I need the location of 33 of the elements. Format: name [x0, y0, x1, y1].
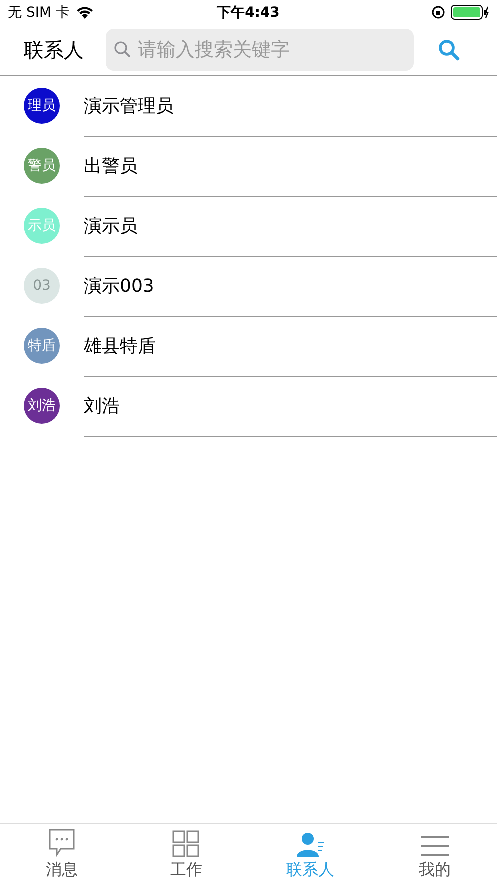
contact-row[interactable]: 警员 出警员 — [0, 136, 497, 196]
search-icon — [114, 41, 132, 59]
contact-avatar: 特盾 — [24, 328, 60, 364]
tab[interactable]: 工作 — [124, 824, 248, 883]
contact-avatar: 示员 — [24, 208, 60, 244]
contact-name: 出警员 — [84, 155, 138, 178]
carrier-text: 无 SIM 卡 — [8, 4, 70, 22]
grid-icon — [172, 830, 200, 858]
contact-row[interactable]: 理员 演示管理员 — [0, 76, 497, 136]
page-title: 联系人 — [24, 36, 85, 64]
chat-icon — [48, 828, 76, 858]
contact-row[interactable]: 特盾 雄县特盾 — [0, 316, 497, 376]
battery-icon — [450, 5, 489, 20]
contact-row[interactable]: 刘浩 刘浩 — [0, 376, 497, 436]
contact-name: 演示员 — [84, 215, 138, 238]
search-field[interactable]: 请输入搜索关键字 — [106, 29, 414, 71]
menu-icon — [420, 834, 449, 858]
contact-avatar: 03 — [24, 268, 60, 304]
contact-name: 刘浩 — [84, 395, 120, 418]
wifi-icon — [76, 6, 94, 19]
contact-avatar: 理员 — [24, 88, 60, 124]
contact-name: 演示003 — [84, 275, 154, 298]
contact-row[interactable]: 示员 演示员 — [0, 196, 497, 256]
contact-name: 雄县特盾 — [84, 335, 156, 358]
tab[interactable]: 消息 — [0, 824, 124, 883]
contact-avatar: 警员 — [24, 148, 60, 184]
contact-name: 演示管理员 — [84, 95, 174, 118]
person-icon — [296, 832, 326, 858]
contact-row[interactable]: 03 演示003 — [0, 256, 497, 316]
clock-text: 下午4:43 — [217, 4, 280, 22]
tab[interactable]: 我的 — [372, 824, 497, 883]
contact-avatar: 刘浩 — [24, 388, 60, 424]
rotation-lock-icon — [432, 6, 445, 19]
